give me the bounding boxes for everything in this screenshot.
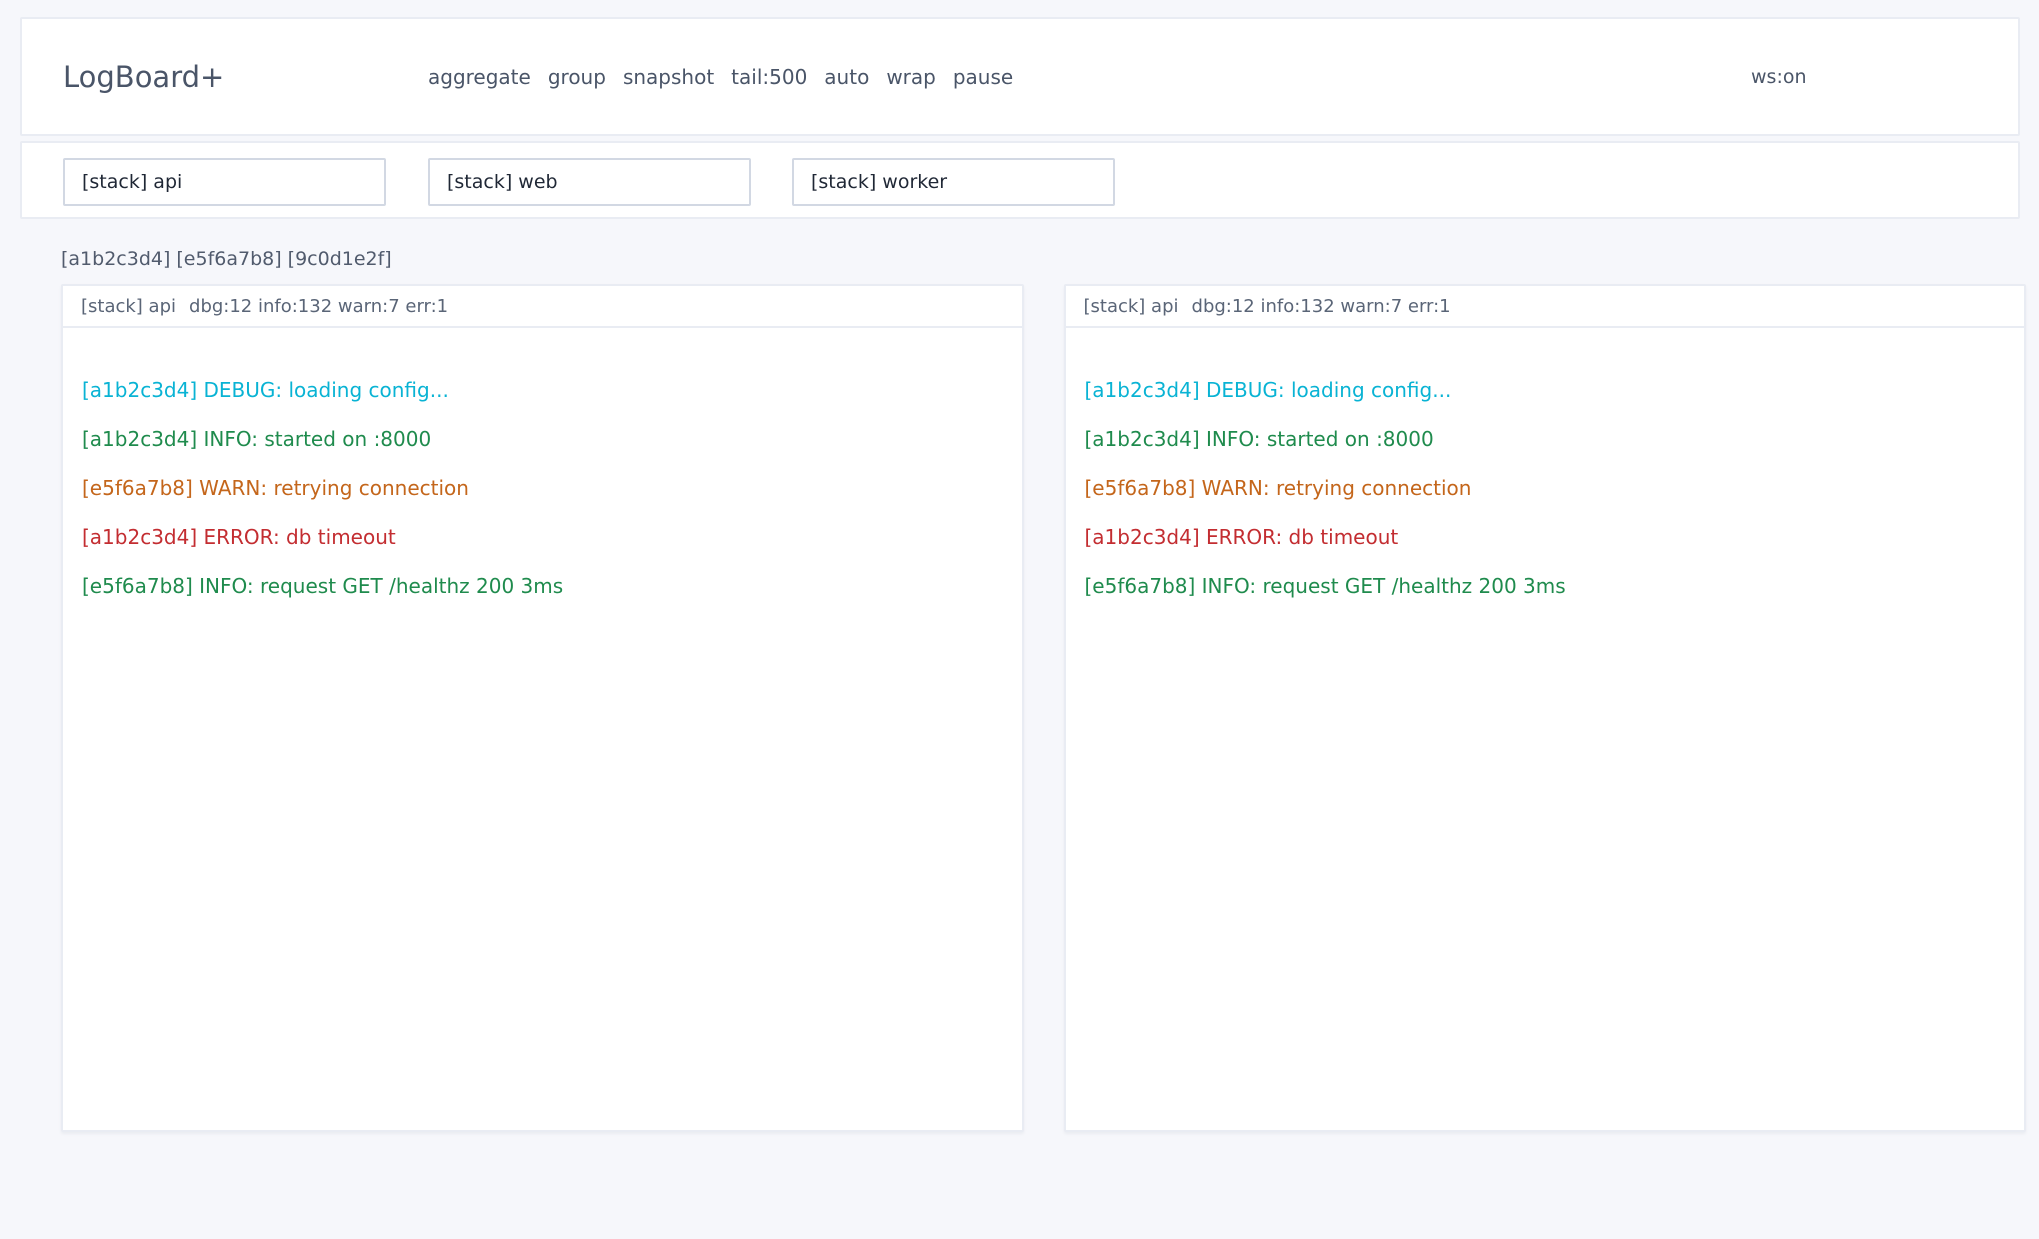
log-line: [a1b2c3d4] DEBUG: loading config... <box>82 380 1002 400</box>
panel-title: [stack] api <box>1084 296 1179 317</box>
filter-input-worker[interactable] <box>792 158 1115 206</box>
toolbar-item-aggregate[interactable]: aggregate <box>428 65 531 89</box>
trace-id-list: [a1b2c3d4] [e5f6a7b8] [9c0d1e2f] <box>61 248 2039 271</box>
log-panel-left: [stack] api dbg:12 info:132 warn:7 err:1… <box>61 284 1024 1132</box>
log-panels-row: [stack] api dbg:12 info:132 warn:7 err:1… <box>61 284 2026 1132</box>
trace-id-chip: [e5f6a7b8] <box>176 248 281 271</box>
panel-title: [stack] api <box>81 296 176 317</box>
toolbar-item-group[interactable]: group <box>548 65 606 89</box>
log-panel-right: [stack] api dbg:12 info:132 warn:7 err:1… <box>1064 284 2027 1132</box>
header-bar: LogBoard+ aggregate group snapshot tail:… <box>20 17 2020 136</box>
filter-input-web[interactable] <box>428 158 751 206</box>
toolbar-item-auto[interactable]: auto <box>824 65 869 89</box>
log-viewport[interactable]: [a1b2c3d4] DEBUG: loading config... [a1b… <box>63 328 1022 1130</box>
app-root: LogBoard+ aggregate group snapshot tail:… <box>0 17 2039 1132</box>
toolbar-item-wrap[interactable]: wrap <box>886 65 936 89</box>
app-title: LogBoard+ <box>63 60 224 94</box>
log-line: [e5f6a7b8] INFO: request GET /healthz 20… <box>82 576 1002 596</box>
log-line: [a1b2c3d4] INFO: started on :8000 <box>82 429 1002 449</box>
log-line: [a1b2c3d4] ERROR: db timeout <box>1085 527 2005 547</box>
toolbar-item-snapshot[interactable]: snapshot <box>623 65 714 89</box>
websocket-status-badge: ws:on <box>1751 66 1807 88</box>
trace-id-chip: [a1b2c3d4] <box>61 248 170 271</box>
toolbar-item-tail[interactable]: tail:500 <box>731 65 807 89</box>
log-line: [a1b2c3d4] DEBUG: loading config... <box>1085 380 2005 400</box>
panel-header: [stack] api dbg:12 info:132 warn:7 err:1 <box>63 286 1022 328</box>
panel-level-counts: dbg:12 info:132 warn:7 err:1 <box>1192 296 1451 317</box>
trace-id-chip: [9c0d1e2f] <box>288 248 392 271</box>
toolbar-item-pause[interactable]: pause <box>953 65 1013 89</box>
filter-input-api[interactable] <box>63 158 386 206</box>
log-line: [e5f6a7b8] WARN: retrying connection <box>82 478 1002 498</box>
log-line: [e5f6a7b8] INFO: request GET /healthz 20… <box>1085 576 2005 596</box>
toolbar: aggregate group snapshot tail:500 auto w… <box>428 65 1013 89</box>
log-line: [a1b2c3d4] INFO: started on :8000 <box>1085 429 2005 449</box>
log-line: [a1b2c3d4] ERROR: db timeout <box>82 527 1002 547</box>
panel-header: [stack] api dbg:12 info:132 warn:7 err:1 <box>1066 286 2025 328</box>
log-line: [e5f6a7b8] WARN: retrying connection <box>1085 478 2005 498</box>
panel-level-counts: dbg:12 info:132 warn:7 err:1 <box>189 296 448 317</box>
log-viewport[interactable]: [a1b2c3d4] DEBUG: loading config... [a1b… <box>1066 328 2025 1130</box>
filter-bar <box>20 141 2020 219</box>
